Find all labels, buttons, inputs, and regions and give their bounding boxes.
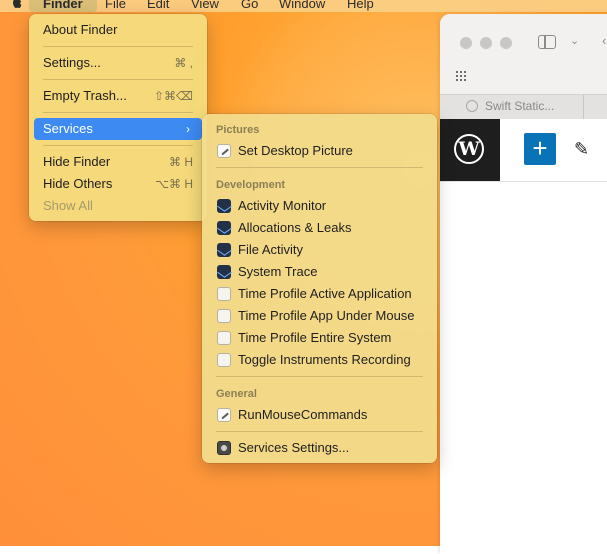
instruments-icon (217, 221, 231, 235)
service-time-profile-active-application[interactable]: Time Profile Active Application (207, 283, 432, 305)
menubar-go[interactable]: Go (241, 0, 258, 12)
back-arrow-icon[interactable]: ‹ (602, 33, 606, 48)
menu-separator (216, 167, 423, 168)
section-header-pictures: Pictures (216, 124, 260, 136)
menu-item-label: Hide Others (43, 176, 113, 191)
menu-item-label: Settings... (43, 55, 101, 70)
menu-item-label: File Activity (238, 242, 304, 257)
menu-item-label: Hide Finder (43, 154, 111, 169)
service-time-profile-entire-system[interactable]: Time Profile Entire System (207, 327, 432, 349)
service-activity-monitor[interactable]: Activity Monitor (207, 195, 432, 217)
menubar-edit[interactable]: Edit (147, 0, 169, 12)
menu-item-label: Time Profile App Under Mouse (238, 308, 415, 323)
close-window-button[interactable] (460, 37, 472, 49)
menu-bar: Finder File Edit View Go Window Help (0, 0, 607, 12)
sidebar-toggle-icon[interactable] (538, 35, 556, 49)
menubar-help[interactable]: Help (347, 0, 374, 12)
section-header-development: Development (216, 179, 286, 191)
generic-service-icon (217, 353, 231, 367)
menu-item-label: Time Profile Entire System (238, 330, 392, 345)
menu-item-label: Time Profile Active Application (238, 286, 412, 301)
menu-item-label: Show All (43, 198, 93, 213)
menu-item-label: Set Desktop Picture (238, 143, 353, 158)
menu-item-shortcut: ⌥⌘ H (155, 177, 193, 191)
menu-item-label: Services (43, 121, 93, 136)
finder-menu: About Finder Settings... ⌘ , Empty Trash… (29, 14, 207, 221)
menu-item-settings[interactable]: Settings... ⌘ , (34, 52, 202, 74)
menu-item-label: Allocations & Leaks (238, 220, 352, 235)
menu-item-label: Services Settings... (238, 440, 350, 455)
menu-item-services[interactable]: Services › (34, 118, 202, 140)
pencil-icon[interactable]: ✎ (574, 139, 589, 160)
tab-overview-icon[interactable] (456, 71, 468, 81)
gear-icon (217, 441, 231, 455)
generic-service-icon (217, 287, 231, 301)
menu-separator (216, 431, 423, 432)
wordpress-logo-button[interactable]: W (440, 119, 500, 181)
wordpress-editor-toolbar: W + ✎ (440, 119, 607, 182)
add-block-button[interactable]: + (524, 133, 556, 165)
instruments-icon (217, 199, 231, 213)
menu-separator (43, 46, 193, 47)
menu-separator (43, 79, 193, 80)
zoom-window-button[interactable] (500, 37, 512, 49)
menu-item-label: System Trace (238, 264, 318, 279)
menu-item-empty-trash[interactable]: Empty Trash... ⇧⌘⌫ (34, 85, 202, 107)
service-time-profile-app-under-mouse[interactable]: Time Profile App Under Mouse (207, 305, 432, 327)
menu-item-label: About Finder (43, 22, 118, 37)
service-allocations-leaks[interactable]: Allocations & Leaks (207, 217, 432, 239)
menu-item-label: Activity Monitor (238, 198, 327, 213)
menubar-finder[interactable]: Finder (43, 0, 83, 12)
script-icon (217, 408, 231, 422)
menu-item-shortcut: ⌘ , (174, 56, 193, 70)
menu-item-about-finder[interactable]: About Finder (34, 19, 202, 41)
menu-item-hide-finder[interactable]: Hide Finder ⌘ H (34, 151, 202, 173)
generic-service-icon (217, 331, 231, 345)
wordpress-logo-icon: W (454, 134, 484, 164)
service-set-desktop-picture[interactable]: Set Desktop Picture (207, 140, 432, 162)
menu-separator (43, 112, 193, 113)
service-services-settings[interactable]: Services Settings... (207, 437, 432, 459)
services-submenu: Pictures Set Desktop Picture Development… (202, 114, 437, 463)
minimize-window-button[interactable] (480, 37, 492, 49)
menu-separator (216, 376, 423, 377)
chevron-right-icon: › (186, 122, 190, 136)
menu-item-hide-others[interactable]: Hide Others ⌥⌘ H (34, 173, 202, 195)
instruments-icon (217, 265, 231, 279)
browser-tab[interactable]: Swift Static... (440, 95, 584, 119)
chevron-down-icon[interactable]: ⌄ (570, 34, 579, 47)
tab-title: Swift Static... (485, 99, 555, 113)
menu-item-label: Empty Trash... (43, 88, 127, 103)
apple-icon[interactable] (10, 0, 24, 10)
browser-window: ⌄ ‹ Swift Static... W + ✎ (440, 14, 607, 554)
menubar-view[interactable]: View (191, 0, 219, 12)
menu-separator (43, 145, 193, 146)
service-runmousecommands[interactable]: RunMouseCommands (207, 404, 432, 426)
favicon-icon (466, 100, 478, 112)
menu-item-show-all: Show All (34, 195, 202, 217)
menu-item-label: Toggle Instruments Recording (238, 352, 411, 367)
menubar-file[interactable]: File (105, 0, 126, 12)
menu-item-shortcut: ⇧⌘⌫ (153, 89, 193, 103)
generic-service-icon (217, 309, 231, 323)
service-file-activity[interactable]: File Activity (207, 239, 432, 261)
tab-bar: Swift Static... (440, 94, 607, 120)
browser-toolbar: ⌄ ‹ (440, 14, 607, 94)
script-icon (217, 144, 231, 158)
service-toggle-instruments-recording[interactable]: Toggle Instruments Recording (207, 349, 432, 371)
menu-item-shortcut: ⌘ H (169, 155, 193, 169)
section-header-general: General (216, 388, 257, 400)
menu-item-label: RunMouseCommands (238, 407, 368, 422)
instruments-icon (217, 243, 231, 257)
service-system-trace[interactable]: System Trace (207, 261, 432, 283)
menubar-window[interactable]: Window (279, 0, 325, 12)
